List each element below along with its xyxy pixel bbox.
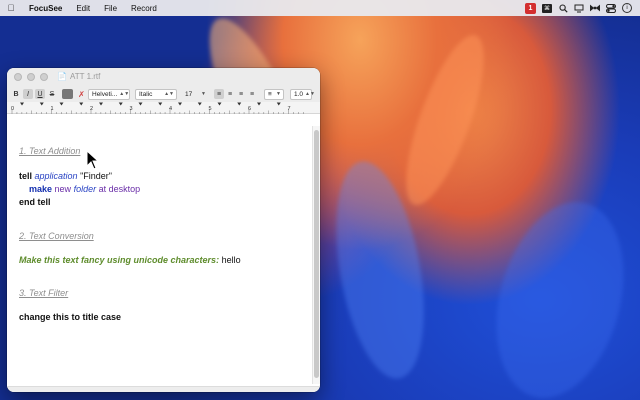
tab-stop-marker[interactable]: [138, 102, 143, 106]
document-icon: 📄: [57, 72, 67, 81]
tab-stop-marker[interactable]: [158, 102, 163, 106]
vertical-scrollbar[interactable]: [312, 126, 320, 384]
ruler-label: 0: [11, 106, 15, 112]
strikethrough-button[interactable]: S: [47, 89, 57, 99]
tab-stop-marker[interactable]: [59, 102, 64, 106]
search-icon[interactable]: [558, 3, 568, 13]
wallpaper-streak: [390, 26, 500, 214]
title-case-line: change this to title case: [19, 312, 122, 322]
document-body[interactable]: 1. Text Addition tell application "Finde…: [7, 126, 312, 388]
mouse-cursor-icon: [86, 150, 100, 170]
code-class: folder: [73, 184, 97, 194]
font-style-value: Italic: [139, 90, 153, 98]
ruler-label: 1: [50, 106, 54, 112]
chevron-updown-icon: ▲▼: [164, 91, 174, 97]
align-justify-icon[interactable]: ≡: [247, 89, 257, 99]
code-command: make: [29, 184, 53, 194]
wallpaper-streak: [476, 187, 640, 400]
display-icon[interactable]: [574, 3, 584, 13]
info-icon[interactable]: i: [622, 3, 632, 13]
section-heading-text-filter: 3. Text Filter: [19, 288, 69, 298]
text-color-swatch[interactable]: [62, 89, 73, 99]
alignment-group: ≡ ≡ ≡ ≡: [214, 89, 257, 99]
ruler-ticks: [11, 102, 304, 114]
window-titlebar[interactable]: 📄 ATT 1.rtf: [7, 68, 320, 86]
chevron-down-icon: ▼: [276, 91, 281, 97]
close-button[interactable]: [14, 73, 22, 81]
ruler-label: 4: [169, 106, 173, 112]
menu-file[interactable]: File: [97, 4, 124, 13]
zoom-button[interactable]: [40, 73, 48, 81]
ruler-label: 5: [208, 106, 212, 112]
tab-stop-marker[interactable]: [237, 102, 242, 106]
code-param: new: [54, 184, 72, 194]
scrollbar-thumb[interactable]: [314, 130, 319, 378]
line-spacing-select[interactable]: 1.0 ▲▼: [290, 88, 315, 100]
chevron-updown-icon: ▲▼: [305, 91, 315, 97]
apple-menu-icon[interactable]: : [0, 3, 22, 13]
list-style-select[interactable]: ≡ ▼: [264, 88, 284, 100]
align-center-icon[interactable]: ≡: [225, 89, 235, 99]
tab-stop-marker[interactable]: [257, 102, 261, 106]
menu-app-name[interactable]: FocuSee: [22, 4, 69, 13]
clear-format-icon[interactable]: ✗: [77, 90, 86, 99]
fancy-value: hello: [221, 255, 241, 265]
tab-stop-marker[interactable]: [39, 102, 44, 106]
code-class: application: [34, 171, 78, 181]
code-line-tell: tell application "Finder": [19, 171, 112, 181]
textedit-window: 📄 ATT 1.rtf B I U S ✗ Helveti... ▲▼ Ital…: [7, 68, 320, 392]
tab-stop-marker[interactable]: [276, 102, 281, 106]
ruler-label: 2: [90, 106, 94, 112]
font-size-value: 17: [185, 90, 193, 98]
underline-button[interactable]: U: [35, 89, 45, 99]
align-right-icon[interactable]: ≡: [236, 89, 246, 99]
window-controls: [7, 73, 48, 81]
format-toolbar: B I U S ✗ Helveti... ▲▼ Italic ▲▼ 17 ▼ ≡…: [7, 86, 320, 102]
menu-record[interactable]: Record: [124, 4, 164, 13]
code-line-end-tell: end tell: [19, 197, 51, 207]
tab-stop-marker[interactable]: [79, 102, 84, 106]
tab-stop-marker[interactable]: [217, 102, 222, 106]
font-family-select[interactable]: Helveti... ▲▼: [88, 88, 130, 100]
font-family-value: Helveti...: [92, 90, 118, 98]
status-area: 1 ⌘ i: [525, 2, 640, 14]
ruler[interactable]: 0 1 2 3 4 5 6 7: [7, 102, 320, 114]
ruler-label: 7: [287, 106, 291, 112]
ruler-label: 3: [129, 106, 133, 112]
line-spacing-value: 1.0: [294, 90, 304, 98]
section-heading-text-conversion: 2. Text Conversion: [19, 231, 94, 241]
bold-button[interactable]: B: [11, 89, 21, 99]
control-center-icon[interactable]: [606, 3, 616, 13]
tab-stop-marker[interactable]: [20, 102, 24, 106]
command-icon[interactable]: ⌘: [542, 3, 552, 13]
window-title-text: ATT 1.rtf: [69, 72, 101, 81]
align-left-icon[interactable]: ≡: [214, 89, 224, 99]
fancy-text-line: Make this text fancy using unicode chara…: [19, 255, 241, 265]
section-heading-text-addition: 1. Text Addition: [19, 146, 81, 156]
horizontal-scrollbar[interactable]: [7, 386, 320, 392]
tab-stop-marker[interactable]: [99, 102, 103, 106]
font-size-select[interactable]: 17 ▼: [182, 89, 208, 100]
code-keyword: tell: [19, 171, 33, 181]
code-string: "Finder": [80, 171, 112, 181]
status-badge[interactable]: 1: [525, 2, 536, 14]
tab-stop-marker[interactable]: [197, 102, 202, 106]
minimize-button[interactable]: [27, 73, 35, 81]
bowtie-icon[interactable]: [590, 3, 600, 13]
list-icon: ≡: [268, 90, 272, 98]
code-line-make: make new folder at desktop: [29, 184, 140, 194]
chevron-updown-icon: ▲▼: [119, 91, 130, 97]
italic-button[interactable]: I: [23, 89, 33, 99]
window-title: 📄 ATT 1.rtf: [57, 72, 100, 81]
code-param: at desktop: [98, 184, 141, 194]
tab-stop-marker[interactable]: [118, 102, 123, 106]
ruler-label: 6: [248, 106, 252, 112]
menu-edit[interactable]: Edit: [69, 4, 97, 13]
chevron-down-icon: ▼: [201, 91, 206, 97]
fancy-prompt: Make this text fancy using unicode chara…: [19, 255, 220, 265]
font-style-select[interactable]: Italic ▲▼: [135, 88, 177, 100]
menu-bar:  FocuSee Edit File Record 1 ⌘ i: [0, 0, 640, 16]
tab-stop-marker[interactable]: [178, 102, 182, 106]
